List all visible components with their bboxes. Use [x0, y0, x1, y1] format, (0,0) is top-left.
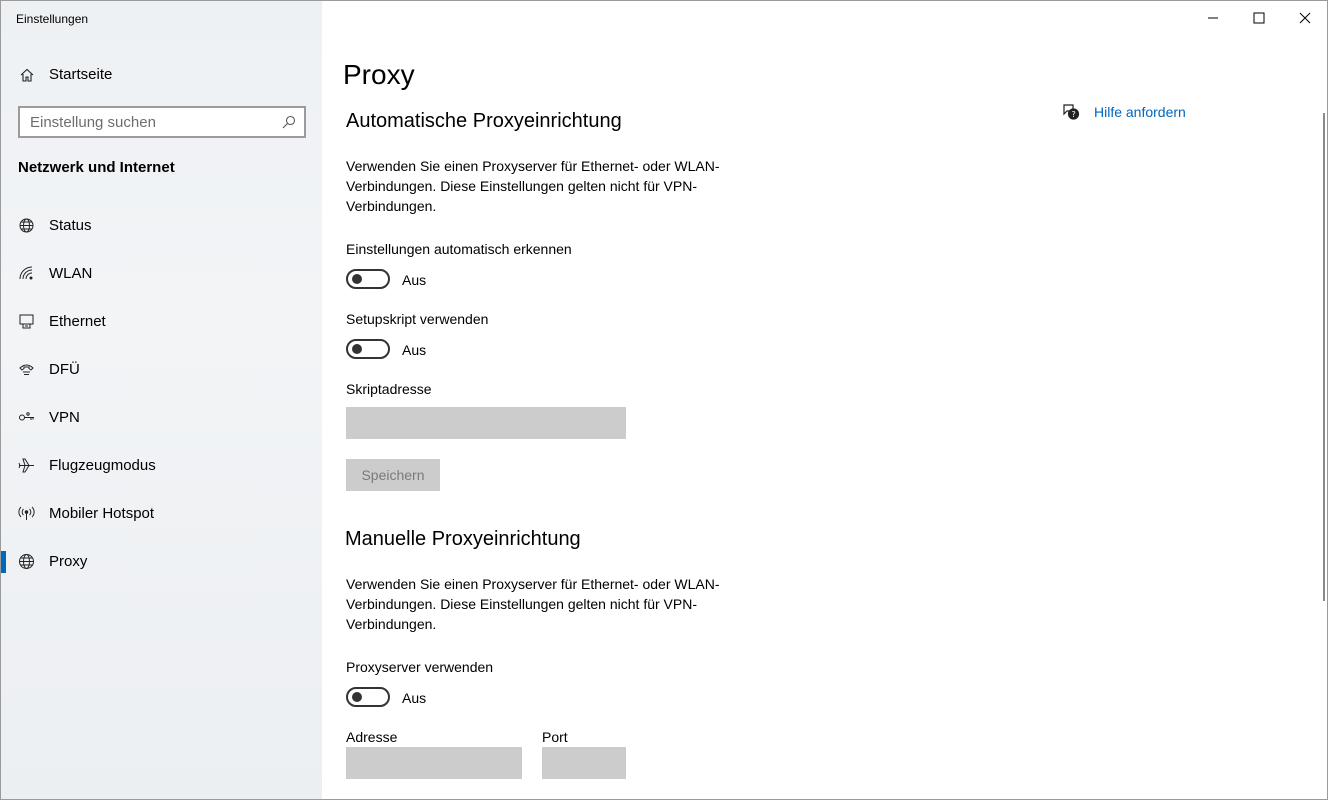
ethernet-icon — [19, 314, 34, 329]
help-chat-icon: ? — [1063, 104, 1080, 120]
airplane-icon — [18, 458, 34, 473]
sidebar-item-label: Status — [49, 217, 92, 234]
status-globe-icon — [19, 218, 34, 233]
sidebar-item-proxy[interactable]: Proxy — [1, 542, 322, 582]
detect-settings-label: Einstellungen automatisch erkennen — [346, 241, 572, 257]
detect-settings-state: Aus — [402, 272, 427, 288]
sidebar-item-ethernet[interactable]: Ethernet — [1, 302, 322, 342]
use-proxy-toggle[interactable] — [346, 687, 390, 707]
dialup-icon — [19, 364, 34, 375]
sidebar: Einstellungen Startseite Netzwerk und In… — [1, 1, 322, 799]
proxy-port-input[interactable] — [542, 747, 626, 779]
sidebar-item-status[interactable]: Status — [1, 206, 322, 246]
vpn-icon — [19, 412, 34, 421]
toggle-knob — [352, 692, 362, 702]
manual-proxy-heading: Manuelle Proxyeinrichtung — [345, 528, 581, 550]
home-label: Startseite — [49, 66, 113, 83]
section-title: Netzwerk und Internet — [18, 159, 175, 176]
home-icon — [20, 68, 34, 82]
svg-text:?: ? — [1072, 110, 1076, 119]
home-link[interactable]: Startseite — [19, 65, 112, 85]
sidebar-item-label: DFÜ — [49, 361, 80, 378]
use-proxy-label: Proxyserver verwenden — [346, 659, 494, 675]
search-input[interactable] — [20, 108, 278, 136]
settings-window: Einstellungen Startseite Netzwerk und In… — [0, 0, 1328, 800]
help-link[interactable]: ? Hilfe anfordern — [1062, 103, 1186, 121]
sidebar-item-wlan[interactable]: WLAN — [1, 254, 322, 294]
toggle-knob — [352, 274, 362, 284]
main-content: Proxy ? Hilfe anfordern Automatische Pro… — [322, 1, 1327, 799]
app-title: Einstellungen — [16, 12, 89, 26]
save-button[interactable]: Speichern — [346, 459, 440, 491]
scrollbar[interactable] — [1323, 113, 1325, 601]
toggle-knob — [352, 344, 362, 354]
sidebar-item-label: Mobiler Hotspot — [49, 505, 155, 522]
setup-script-toggle[interactable] — [346, 339, 390, 359]
proxy-address-label: Adresse — [346, 729, 398, 745]
detect-settings-toggle[interactable] — [346, 269, 390, 289]
search-icon[interactable] — [282, 115, 296, 129]
sidebar-item-label: Flugzeugmodus — [49, 457, 156, 474]
help-label[interactable]: Hilfe anfordern — [1094, 104, 1186, 120]
sidebar-item-dfue[interactable]: DFÜ — [1, 350, 322, 390]
wifi-icon — [19, 266, 33, 280]
setup-script-state: Aus — [402, 342, 427, 358]
setup-script-label: Setupskript verwenden — [346, 311, 489, 327]
manual-proxy-description: Verwenden Sie einen Proxyserver für Ethe… — [346, 576, 720, 632]
page-title: Proxy — [343, 59, 415, 90]
auto-proxy-heading: Automatische Proxyeinrichtung — [346, 110, 622, 132]
sidebar-item-label: Proxy — [49, 553, 88, 570]
search-box[interactable] — [18, 106, 306, 138]
globe-icon — [19, 554, 34, 569]
proxy-port-label: Port — [542, 729, 568, 745]
hotspot-icon — [18, 506, 35, 520]
sidebar-item-label: WLAN — [49, 265, 93, 282]
sidebar-item-mobiler-hotspot[interactable]: Mobiler Hotspot — [1, 494, 322, 534]
sidebar-item-vpn[interactable]: VPN — [1, 398, 322, 438]
script-address-label: Skriptadresse — [346, 381, 432, 397]
proxy-address-input[interactable] — [346, 747, 522, 779]
script-address-input[interactable] — [346, 407, 626, 439]
sidebar-item-label: VPN — [49, 409, 80, 426]
sidebar-item-flugzeugmodus[interactable]: Flugzeugmodus — [1, 446, 322, 486]
auto-proxy-description: Verwenden Sie einen Proxyserver für Ethe… — [346, 158, 720, 214]
use-proxy-state: Aus — [402, 690, 427, 706]
sidebar-item-label: Ethernet — [49, 313, 106, 330]
